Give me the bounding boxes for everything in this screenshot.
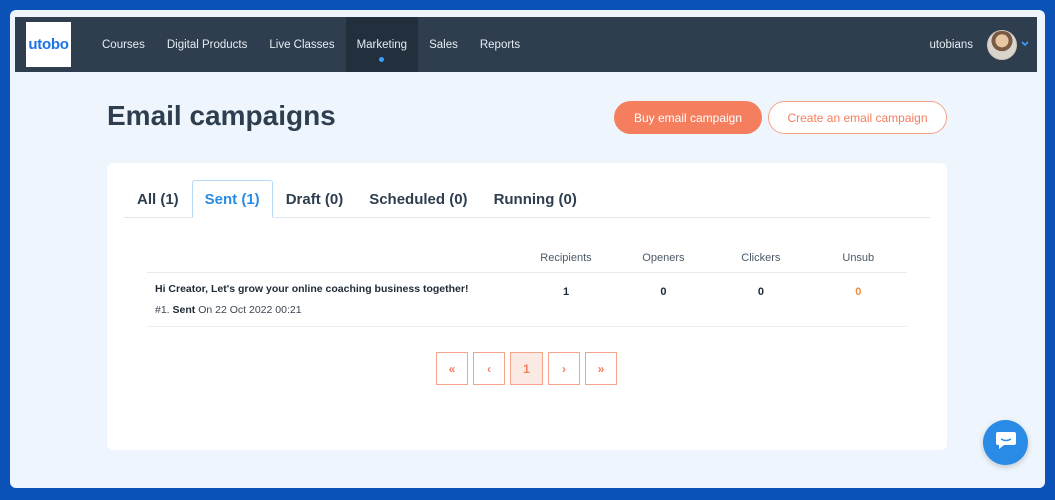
first-page-button[interactable]: « (436, 352, 468, 385)
campaign-info-cell: Hi Creator, Let's grow your online coach… (147, 273, 517, 326)
campaign-status: Sent (172, 304, 196, 316)
campaign-index: #1. (155, 304, 170, 316)
clickers-count: 0 (757, 286, 764, 298)
table-row[interactable]: Hi Creator, Let's grow your online coach… (147, 273, 907, 327)
brand-logo[interactable]: utobo (26, 22, 71, 67)
openers-count: 0 (660, 286, 667, 298)
campaigns-table: Recipients Openers Clickers Unsub Hi Cre… (147, 243, 907, 327)
tab-draft[interactable]: Draft (0) (273, 180, 357, 218)
column-header-recipients: Recipients (540, 251, 592, 264)
app-frame: utobo Courses Digital Products Live Clas… (10, 10, 1045, 488)
user-menu[interactable]: utobians (930, 29, 1029, 60)
tab-all[interactable]: All (1) (124, 180, 192, 218)
last-page-button[interactable]: » (585, 352, 617, 385)
username[interactable]: utobians (930, 39, 973, 51)
campaign-subject[interactable]: Hi Creator, Let's grow your online coach… (155, 283, 517, 295)
column-header-openers: Openers (642, 251, 685, 264)
active-indicator-dot (379, 57, 385, 62)
chevron-down-icon[interactable] (1021, 39, 1029, 50)
create-email-campaign-button[interactable]: Create an email campaign (768, 101, 947, 134)
page-1-button[interactable]: 1 (510, 352, 543, 385)
nav-item-live-classes[interactable]: Live Classes (258, 17, 345, 72)
tab-running[interactable]: Running (0) (481, 180, 590, 218)
nav-item-courses[interactable]: Courses (91, 17, 156, 72)
campaigns-card: All (1) Sent (1) Draft (0) Scheduled (0)… (107, 163, 947, 450)
nav-item-reports[interactable]: Reports (469, 17, 531, 72)
unsub-count: 0 (855, 286, 862, 298)
pagination: « ‹ 1 › » (436, 352, 622, 385)
recipients-count: 1 (563, 286, 570, 298)
main-nav: Courses Digital Products Live Classes Ma… (91, 17, 531, 72)
top-navbar: utobo Courses Digital Products Live Clas… (15, 17, 1037, 72)
tab-scheduled[interactable]: Scheduled (0) (356, 180, 480, 218)
nav-item-digital-products[interactable]: Digital Products (156, 17, 259, 72)
buy-email-campaign-button[interactable]: Buy email campaign (614, 101, 762, 134)
chat-launcher-button[interactable] (983, 420, 1028, 465)
page-title: Email campaigns (107, 100, 336, 131)
nav-item-sales[interactable]: Sales (418, 17, 469, 72)
column-header-unsub: Unsub (842, 251, 875, 264)
campaign-tabs: All (1) Sent (1) Draft (0) Scheduled (0)… (124, 180, 930, 218)
nav-item-marketing-label: Marketing (356, 38, 408, 51)
column-header-clickers: Clickers (741, 251, 781, 264)
prev-page-button[interactable]: ‹ (473, 352, 505, 385)
table-header: Recipients Openers Clickers Unsub (147, 243, 907, 273)
nav-item-marketing[interactable]: Marketing (345, 17, 419, 72)
avatar[interactable] (987, 29, 1017, 60)
campaign-date: On 22 Oct 2022 00:21 (198, 304, 302, 316)
chat-bubble-icon (995, 430, 1017, 455)
campaign-meta: #1. Sent On 22 Oct 2022 00:21 (155, 304, 517, 316)
next-page-button[interactable]: › (548, 352, 580, 385)
tab-sent[interactable]: Sent (1) (191, 180, 273, 218)
